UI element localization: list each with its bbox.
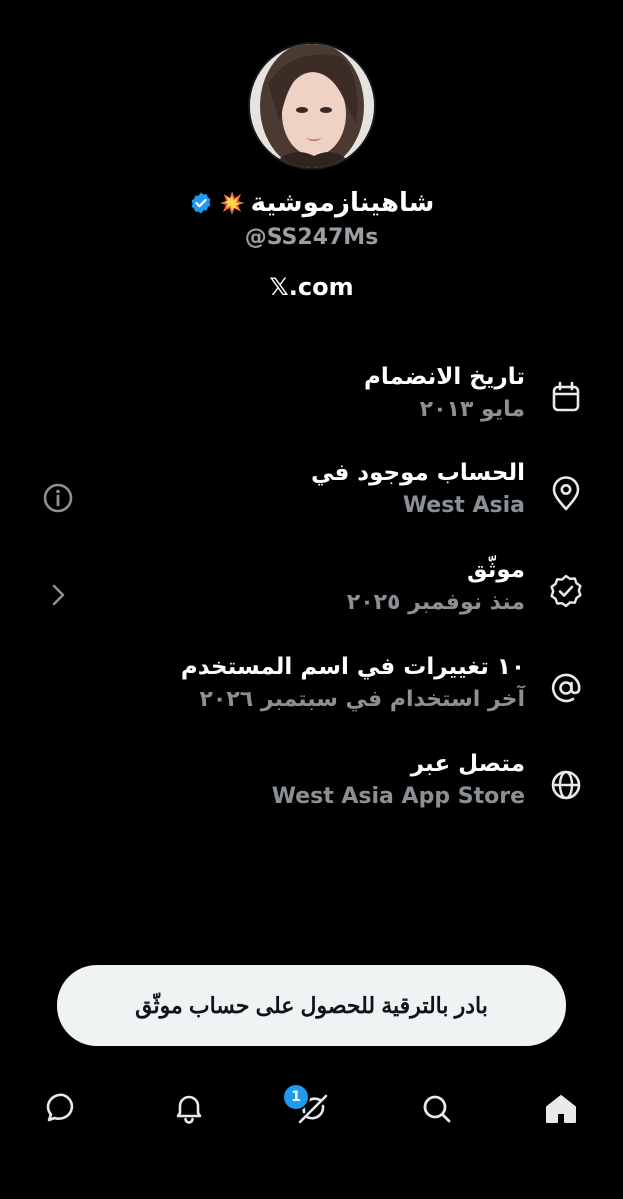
verified-badge-icon[interactable] [189, 191, 213, 215]
row-title: الحساب موجود في [310, 460, 525, 486]
display-name: شاهينازموشية [250, 188, 435, 218]
chevron-left-icon[interactable] [38, 575, 78, 615]
at-sign-icon [546, 668, 586, 708]
calendar-icon [546, 378, 586, 418]
location-pin-icon [546, 474, 586, 514]
info-row-connected-via: متصل عبر West Asia App Store [0, 747, 623, 827]
row-subtitle: مايو ٢٠١٣ [419, 397, 525, 422]
collision-emoji-icon [219, 190, 245, 216]
search-icon[interactable] [414, 1086, 460, 1132]
info-icon[interactable] [38, 478, 78, 518]
globe-icon [546, 765, 586, 805]
row-subtitle: منذ نوفمبر ٢٠٢٥ [346, 590, 525, 615]
bottom-tab-bar [0, 1080, 623, 1140]
verified-badge-icon [546, 571, 586, 611]
display-name-row: شاهينازموشية [0, 184, 623, 222]
avatar-image [250, 44, 374, 168]
info-row-location: الحساب موجود في West Asia [0, 456, 623, 536]
info-row-verified[interactable]: موثّق منذ نوفمبر ٢٠٢٥ [0, 553, 623, 633]
row-title: متصل عبر [410, 751, 525, 777]
messages-icon[interactable] [40, 1086, 86, 1132]
grok-notification-badge: 1 [282, 1083, 310, 1111]
row-title: تاريخ الانضمام [364, 364, 525, 390]
row-title: ١٠ تغييرات في اسم المستخدم [180, 654, 525, 680]
upgrade-verified-button[interactable]: بادر بالترقية للحصول على حساب موثّق [57, 965, 566, 1046]
profile-handle: @SS247Ms [244, 225, 379, 250]
profile-site-link[interactable]: 𝕏.com [0, 273, 623, 301]
info-row-joined: تاريخ الانضمام مايو ٢٠١٣ [0, 360, 623, 440]
row-title: موثّق [466, 557, 525, 583]
profile-avatar[interactable] [250, 44, 374, 168]
row-subtitle: West Asia App Store [271, 784, 525, 809]
row-subtitle: آخر استخدام في سبتمبر ٢٠٢٦ [199, 687, 526, 712]
notifications-icon[interactable] [166, 1086, 212, 1132]
info-row-username-changes: ١٠ تغييرات في اسم المستخدم آخر استخدام ف… [0, 650, 623, 730]
row-subtitle: West Asia [402, 493, 525, 518]
home-icon[interactable] [538, 1086, 584, 1132]
